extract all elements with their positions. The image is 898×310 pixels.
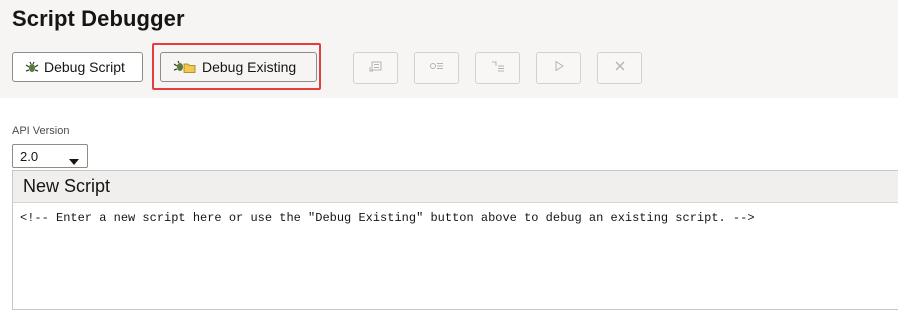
step-into-button[interactable]	[475, 52, 520, 84]
stop-button[interactable]	[597, 52, 642, 84]
bug-icon	[25, 60, 39, 74]
step-out-icon	[368, 59, 384, 78]
debug-existing-label: Debug Existing	[202, 59, 297, 75]
page-header: Script Debugger Debug Script Debug Exist…	[0, 0, 898, 98]
api-version-label: API Version	[12, 125, 70, 137]
script-editor[interactable]: <!-- Enter a new script here or use the …	[13, 203, 898, 225]
step-into-icon	[490, 59, 506, 78]
bug-folder-icon	[173, 60, 197, 74]
debug-existing-button[interactable]: Debug Existing	[160, 52, 317, 82]
stop-icon	[614, 59, 626, 77]
caret-down-icon	[69, 153, 79, 168]
editor-tab-title: New Script	[13, 171, 898, 203]
debug-script-button[interactable]: Debug Script	[12, 52, 143, 82]
play-button[interactable]	[536, 52, 581, 84]
play-icon	[553, 59, 565, 77]
step-out-button[interactable]	[353, 52, 398, 84]
step-over-button[interactable]	[414, 52, 459, 84]
api-version-value: 2.0	[20, 148, 39, 164]
api-version-select[interactable]: 2.0	[12, 144, 88, 168]
script-editor-panel: New Script <!-- Enter a new script here …	[12, 170, 898, 310]
page-title: Script Debugger	[12, 6, 185, 31]
step-over-icon	[429, 59, 445, 78]
debug-script-label: Debug Script	[44, 59, 125, 75]
